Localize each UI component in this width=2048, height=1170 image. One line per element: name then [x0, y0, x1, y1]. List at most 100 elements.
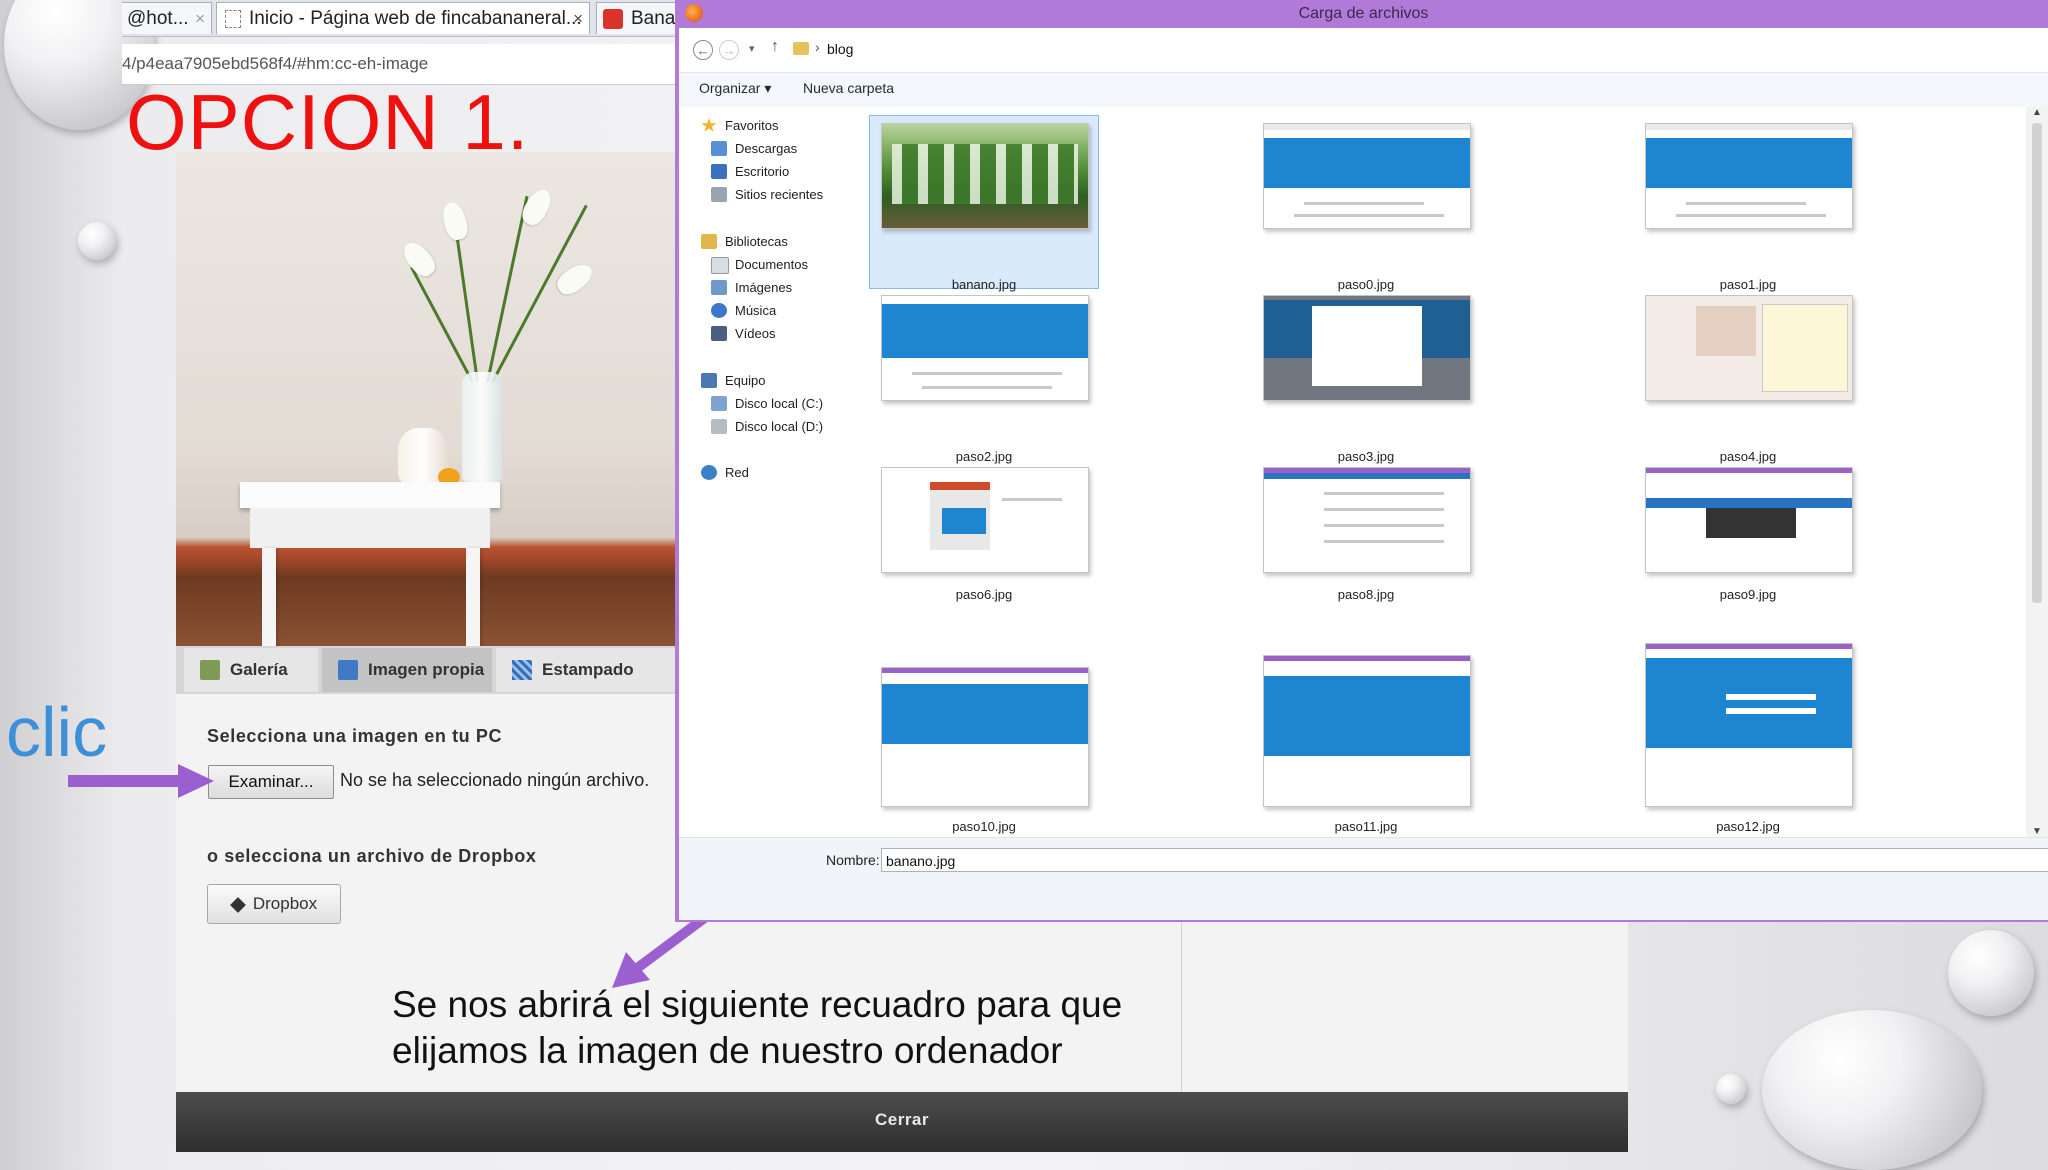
filename-input[interactable]: banano.jpg — [881, 848, 2048, 872]
browser-tab[interactable]: @hot... × — [122, 2, 212, 34]
nav-desktop[interactable]: Escritorio — [711, 163, 789, 181]
nav-downloads[interactable]: Descargas — [711, 140, 797, 158]
file-name: paso10.jpg — [952, 819, 1016, 834]
organize-button[interactable]: Organizar ▾ — [699, 80, 771, 97]
tab-imagen-propia[interactable]: Imagen propia — [322, 648, 492, 692]
mock-text — [1294, 214, 1444, 217]
tab-galeria[interactable]: Galería — [184, 648, 318, 692]
tab-label: Bana — [631, 8, 675, 29]
videos-icon — [711, 326, 727, 341]
downloads-icon — [711, 141, 727, 156]
mock-text — [922, 386, 1052, 389]
tab-label: Galería — [230, 660, 288, 679]
nav-computer[interactable]: Equipo — [701, 372, 765, 390]
nav-label: Bibliotecas — [725, 234, 788, 249]
browser-tab-active[interactable]: Inicio - Página web de fincabananeral...… — [216, 2, 590, 34]
mock-banner — [882, 304, 1088, 358]
dropbox-label: o selecciona un archivo de Dropbox — [207, 846, 537, 866]
nav-images[interactable]: Imágenes — [711, 279, 792, 297]
file-thumbnail — [1263, 295, 1471, 401]
folder-icon — [793, 42, 809, 55]
file-thumbnail — [1645, 467, 1853, 573]
file-name: paso12.jpg — [1716, 819, 1780, 834]
file-scrollbar[interactable]: ▲ ▼ — [2026, 107, 2048, 837]
mock-photo — [1696, 306, 1756, 356]
breadcrumb-folder[interactable]: blog — [827, 41, 853, 57]
table-apron — [250, 508, 490, 548]
nav-videos[interactable]: Vídeos — [711, 325, 775, 343]
computer-icon — [701, 373, 717, 388]
no-file-text: No se ha seleccionado ningún archivo. — [340, 770, 650, 790]
mock-header — [882, 668, 1088, 673]
new-folder-button[interactable]: Nueva carpeta — [803, 80, 894, 96]
decorative-drop — [78, 222, 116, 260]
nav-label: Disco local (D:) — [735, 419, 824, 434]
nav-recent[interactable]: Sitios recientes — [711, 186, 823, 204]
close-tab-icon[interactable]: × — [195, 3, 205, 34]
mock-blue-block — [942, 508, 986, 534]
file-thumbnail — [881, 295, 1089, 401]
close-button[interactable]: Cerrar — [176, 1092, 1628, 1152]
select-image-label: Selecciona una imagen en tu PC — [207, 726, 503, 746]
tab-estampado[interactable]: Estampado — [496, 648, 676, 692]
table-leg — [466, 548, 480, 646]
browse-button[interactable]: Examinar... — [208, 765, 334, 799]
close-tab-icon[interactable]: × — [573, 3, 583, 34]
file-name: paso9.jpg — [1719, 587, 1777, 602]
mock-field — [1726, 708, 1816, 714]
dropbox-button-label: Dropbox — [252, 894, 318, 913]
scroll-down-icon[interactable]: ▼ — [2032, 826, 2042, 837]
nav-disk-d[interactable]: Disco local (D:) — [711, 418, 823, 436]
nav-music[interactable]: Música — [711, 302, 776, 320]
mock-text — [1324, 492, 1444, 495]
own-image-icon — [338, 660, 358, 680]
nav-disk-c[interactable]: Disco local (C:) — [711, 395, 823, 413]
page-icon — [225, 10, 241, 28]
lily-flower — [398, 237, 440, 281]
glass-vase — [462, 372, 502, 482]
mock-header — [1264, 656, 1470, 661]
desktop-icon — [711, 164, 727, 179]
images-icon — [711, 280, 727, 295]
network-icon — [701, 465, 717, 480]
filename-label: Nombre: — [826, 852, 880, 868]
mock-banner — [1646, 138, 1852, 188]
dialog-title-bar: Carga de archivos — [679, 0, 2048, 28]
favicon-icon — [603, 9, 623, 29]
browser-tab-bar: @hot... × Inicio - Página web de fincaba… — [122, 0, 675, 37]
nav-label: Música — [735, 303, 777, 318]
filename-row: Nombre: banano.jpg — [679, 837, 2048, 920]
nav-label: Red — [725, 465, 749, 480]
forward-icon[interactable]: → — [719, 40, 739, 60]
dropbox-button[interactable]: Dropbox — [207, 884, 341, 924]
mock-popup — [1312, 306, 1422, 386]
browser-tab[interactable]: Bana — [596, 2, 675, 34]
file-name: paso4.jpg — [1719, 449, 1777, 464]
tab-label: Inicio - Página web de fincabananeral... — [249, 8, 582, 29]
scrollbar-thumb[interactable] — [2032, 123, 2042, 603]
lily-flower — [553, 259, 597, 299]
file-name: paso8.jpg — [1337, 587, 1395, 602]
mock-text — [1304, 202, 1424, 205]
slide-heading: OPCION 1. — [126, 78, 530, 166]
nav-label: Escritorio — [735, 164, 790, 179]
scroll-up-icon[interactable]: ▲ — [2032, 107, 2042, 118]
nav-label: Documentos — [735, 257, 808, 272]
nav-documents[interactable]: Documentos — [711, 256, 808, 274]
breadcrumb-separator: › — [815, 39, 820, 55]
nav-favorites[interactable]: Favoritos — [701, 117, 778, 135]
file-name: paso3.jpg — [1337, 449, 1395, 464]
tab-label: @hot... — [127, 8, 189, 29]
mock-header — [1646, 644, 1852, 649]
disk-icon — [711, 419, 727, 434]
tab-label: Estampado — [542, 660, 634, 679]
up-icon[interactable]: ↑ — [771, 38, 779, 56]
banana-plants — [892, 144, 1078, 204]
chevron-down-icon[interactable]: ▾ — [749, 42, 755, 55]
nav-network[interactable]: Red — [701, 464, 749, 482]
decorative-drop — [1762, 1010, 1982, 1170]
dropbox-icon — [229, 896, 246, 913]
back-icon[interactable]: ← — [693, 40, 713, 60]
nav-libraries[interactable]: Bibliotecas — [701, 233, 788, 251]
mock-banner — [1264, 676, 1470, 756]
